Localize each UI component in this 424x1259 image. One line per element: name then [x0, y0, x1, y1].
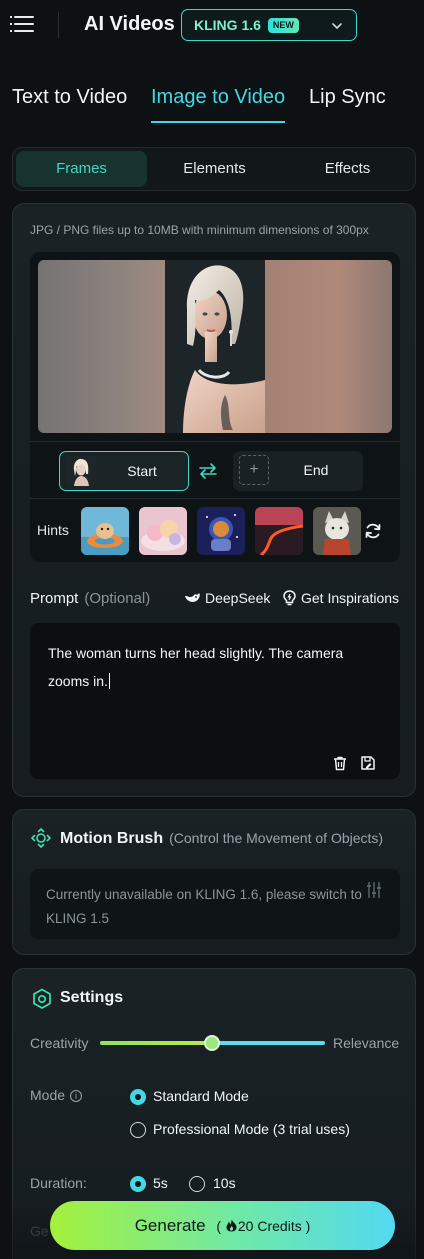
prompt-text: The woman turns her head slightly. The c…	[48, 645, 344, 689]
divider	[58, 12, 59, 38]
credits-count: 20	[237, 1218, 254, 1234]
frames-card: JPG / PNG files up to 10MB with minimum …	[12, 203, 416, 797]
motion-brush-icon	[31, 828, 51, 848]
mode-label: Mode i	[30, 1087, 83, 1103]
generate-button[interactable]: Generate ( 20 Credits )	[50, 1201, 395, 1250]
deepseek-label: DeepSeek	[205, 590, 271, 606]
credit-flame-icon	[226, 1219, 237, 1232]
file-requirements: JPG / PNG files up to 10MB with minimum …	[30, 223, 369, 237]
sliders-icon	[367, 882, 381, 898]
tab-effects[interactable]: Effects	[282, 151, 413, 187]
end-frame-label: End	[303, 462, 329, 478]
generate-label: Generate	[134, 1216, 206, 1235]
hint-thumbnail-hamster[interactable]	[81, 507, 129, 555]
portrait-illustration	[165, 260, 265, 433]
frame-preview-image[interactable]	[38, 260, 392, 433]
start-frame-label: Start	[127, 463, 157, 479]
duration-5s-label[interactable]: 5s	[153, 1175, 168, 1191]
settings-title: Settings	[60, 989, 124, 1006]
prompt-title: Prompt	[30, 590, 79, 607]
divider	[30, 441, 400, 442]
add-end-frame-icon: +	[239, 455, 269, 485]
save-prompt-icon[interactable]	[360, 755, 376, 771]
slider-handle[interactable]	[204, 1035, 220, 1051]
motion-brush-subtitle: (Control the Movement of Objects)	[169, 830, 384, 846]
tab-text-to-video[interactable]: Text to Video	[12, 86, 127, 109]
frame-upload-area: Start + End Hints	[30, 252, 400, 562]
professional-mode-label[interactable]: Professional Mode (3 trial uses)	[153, 1121, 350, 1137]
top-bar: AI Videos KLING 1.6 NEW	[0, 0, 424, 50]
prompt-label: Prompt (Optional)	[30, 590, 150, 607]
divider	[30, 498, 400, 499]
prompt-textarea[interactable]: The woman turns her head slightly. The c…	[30, 623, 400, 779]
standard-mode-radio[interactable]	[130, 1089, 146, 1105]
hamburger-icon[interactable]	[10, 15, 34, 33]
end-frame-button[interactable]: + End	[233, 451, 363, 491]
model-select[interactable]: KLING 1.6 NEW	[181, 9, 357, 41]
prompt-optional: (Optional)	[84, 590, 151, 607]
hexagon-settings-icon	[33, 988, 51, 1009]
hint-thumbnail-wolf[interactable]	[313, 507, 361, 555]
sub-tabs: Frames Elements Effects	[12, 147, 416, 191]
tab-image-to-video[interactable]: Image to Video	[151, 86, 285, 109]
duration-label: Duration:	[30, 1175, 87, 1191]
swap-frames-icon[interactable]	[198, 462, 218, 480]
motion-brush-title: Motion Brush (Control the Movement of Obj…	[60, 830, 383, 848]
get-inspirations-button[interactable]: Get Inspirations	[282, 590, 399, 606]
tab-lip-sync[interactable]: Lip Sync	[309, 86, 386, 109]
trash-icon[interactable]	[332, 755, 348, 771]
relevance-label: Relevance	[333, 1035, 400, 1051]
model-name: KLING 1.6	[194, 17, 261, 33]
refresh-icon[interactable]	[364, 522, 382, 540]
standard-mode-label[interactable]: Standard Mode	[153, 1088, 249, 1104]
page-title: AI Videos	[84, 13, 175, 35]
text-caret	[108, 673, 110, 689]
active-tab-underline	[151, 121, 285, 123]
duration-10s-radio[interactable]	[189, 1176, 205, 1192]
info-icon[interactable]: i	[70, 1090, 83, 1102]
whale-icon	[185, 593, 200, 602]
creativity-label: Creativity	[30, 1035, 89, 1051]
professional-mode-radio[interactable]	[130, 1122, 146, 1138]
motion-brush-card: Motion Brush (Control the Movement of Obj…	[12, 809, 416, 955]
tab-frames[interactable]: Frames	[16, 151, 147, 187]
hints-label: Hints	[37, 522, 69, 538]
start-frame-thumbnail	[66, 456, 96, 486]
new-badge: NEW	[267, 17, 299, 33]
deepseek-button[interactable]: DeepSeek	[184, 590, 270, 606]
credits-cost: ( 20 Credits )	[216, 1218, 311, 1234]
hint-thumbnail-sweets[interactable]	[139, 507, 187, 555]
duration-10s-label[interactable]: 10s	[213, 1175, 236, 1191]
tab-elements[interactable]: Elements	[149, 151, 280, 187]
duration-5s-radio[interactable]	[130, 1176, 146, 1192]
motion-brush-heading: Motion Brush	[60, 830, 164, 847]
hint-thumbnail-lava-road[interactable]	[255, 507, 303, 555]
motion-brush-note-text: Currently unavailable on KLING 1.6, plea…	[46, 887, 362, 926]
generation-count-label: Ge	[30, 1223, 49, 1239]
get-inspirations-label: Get Inspirations	[301, 590, 400, 606]
motion-brush-unavailable-note: Currently unavailable on KLING 1.6, plea…	[30, 869, 400, 939]
start-frame-button[interactable]: Start	[59, 451, 189, 491]
chevron-down-icon	[332, 23, 342, 29]
mode-label-text: Mode	[30, 1087, 66, 1103]
credits-word: Credits	[257, 1218, 302, 1234]
hint-thumbnail-astronaut[interactable]	[197, 507, 245, 555]
lightbulb-icon	[283, 590, 296, 606]
